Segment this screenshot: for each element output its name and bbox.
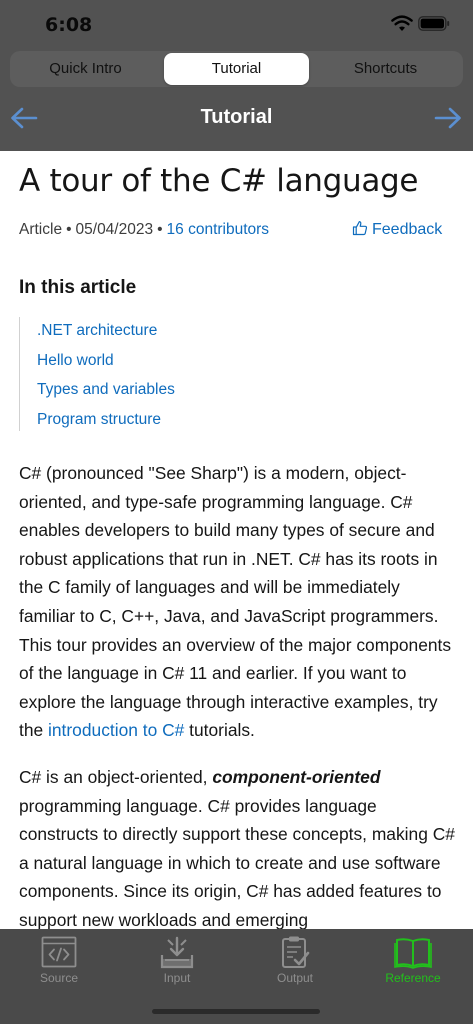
segment-shortcuts[interactable]: Shortcuts <box>313 53 458 85</box>
status-bar: 6:08 <box>0 0 473 48</box>
toc-item-net-architecture[interactable]: .NET architecture <box>20 317 219 347</box>
input-icon <box>160 936 194 969</box>
toc-item-program-structure[interactable]: Program structure <box>20 406 219 436</box>
nav-title: Tutorial <box>200 106 273 128</box>
output-icon <box>282 936 310 968</box>
toc-list: .NET architecture Hello world Types and … <box>19 317 219 431</box>
toc-heading: In this article <box>19 277 137 298</box>
article-type: Article <box>19 221 63 238</box>
arrow-right-icon[interactable] <box>433 106 463 130</box>
intro-text-end: tutorials. <box>184 720 255 741</box>
article-meta: Article • 05/04/2023 • 16 contributors <box>19 221 270 238</box>
segment-quick-intro[interactable]: Quick Intro <box>13 53 158 85</box>
feedback-label: Feedback <box>372 221 443 238</box>
tab-source[interactable]: Source <box>0 932 118 988</box>
home-indicator[interactable] <box>152 1009 320 1014</box>
nav-bar: Tutorial <box>0 98 473 138</box>
intro-text: C# (pronounced "See Sharp") is a modern,… <box>19 463 452 741</box>
segment-tutorial[interactable]: Tutorial <box>164 53 309 85</box>
intro-paragraph: C# (pronounced "See Sharp") is a modern,… <box>19 459 459 745</box>
toc-item-types-and-variables[interactable]: Types and variables <box>20 376 219 406</box>
tab-output-label: Output <box>276 971 314 985</box>
oop-text-end: programming language. C# provides langua… <box>19 795 455 929</box>
article-date: 05/04/2023 <box>75 221 154 238</box>
article-title: A tour of the C# language <box>19 163 419 199</box>
segmented-control: Quick Intro Tutorial Shortcuts <box>10 51 463 87</box>
oop-text: C# is an object-oriented, <box>19 767 213 787</box>
tab-input-label: Input <box>163 971 191 985</box>
battery-icon <box>418 16 450 31</box>
oop-paragraph: C# is an object-oriented, component-orie… <box>19 763 459 929</box>
tab-source-label: Source <box>39 971 79 985</box>
wifi-icon <box>391 15 413 31</box>
component-oriented-emphasis: component-oriented <box>212 767 381 787</box>
feedback-button[interactable]: Feedback <box>352 220 442 239</box>
article-content[interactable]: A tour of the C# language Article • 05/04/… <box>0 151 473 929</box>
tab-input[interactable]: Input <box>118 932 236 988</box>
contributors-link[interactable]: 16 contributors <box>167 221 270 238</box>
toc-item-hello-world[interactable]: Hello world <box>20 347 219 377</box>
tab-reference-label: Reference <box>385 971 441 985</box>
status-time: 6:08 <box>45 14 93 36</box>
tab-output[interactable]: Output <box>236 932 354 988</box>
introduction-link[interactable]: introduction to C# <box>48 720 184 740</box>
top-chrome: 6:08 Quick Intro Tutorial Shortcuts Tuto… <box>0 0 473 151</box>
book-icon <box>394 938 432 969</box>
code-icon <box>41 936 77 968</box>
tab-reference[interactable]: Reference <box>354 932 472 988</box>
thumbs-up-icon <box>352 221 368 236</box>
